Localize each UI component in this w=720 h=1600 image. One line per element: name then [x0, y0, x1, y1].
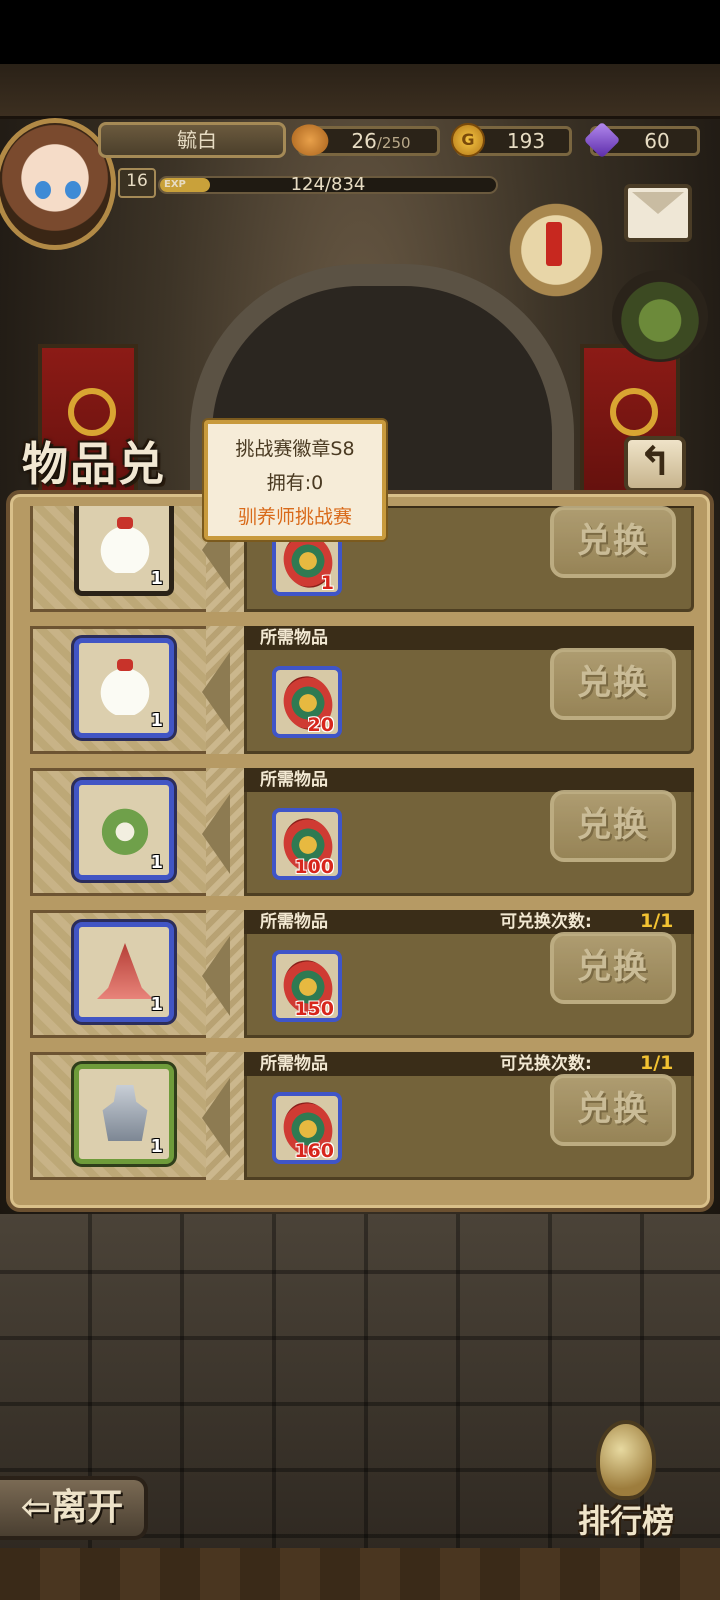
- bottom-decor-strip: [0, 1548, 720, 1600]
- required-items-label: 所需物品: [260, 912, 328, 932]
- exchange-row: 所需物品 1 100 兑换: [30, 768, 694, 896]
- tooltip-owned: 拥有:0: [266, 472, 324, 494]
- exchange-button[interactable]: 兑换: [550, 1074, 676, 1146]
- cost-item-slot[interactable]: 160: [272, 1092, 342, 1164]
- stamina-max: /250: [376, 134, 411, 152]
- avatar-eye-icon: [35, 181, 51, 199]
- gold-value: 193: [506, 129, 546, 153]
- exchange-row: 所需物品 1 20 兑换: [30, 626, 694, 754]
- item-quantity: 1: [150, 852, 163, 873]
- player-level: 16: [118, 168, 156, 198]
- cost-amount: 100: [294, 856, 334, 878]
- backpack-button[interactable]: [612, 270, 708, 362]
- arrow-icon: [202, 1078, 230, 1158]
- gold-counter[interactable]: G 193: [451, 123, 572, 157]
- required-items-label: 所需物品: [260, 628, 328, 648]
- exchange-button[interactable]: 兑换: [550, 506, 676, 578]
- item-tooltip: 挑战赛徽章S8 拥有:0 驯养师挑战赛: [204, 420, 386, 540]
- exchange-limit-label: 可兑换次数:: [500, 912, 592, 932]
- plant-creature-icon: [97, 801, 153, 857]
- required-items-label: 所需物品: [260, 1054, 328, 1074]
- required-items-label: 所需物品: [260, 770, 328, 790]
- cost-item-slot[interactable]: 100: [272, 808, 342, 880]
- exp-bar: EXP 124/834: [158, 174, 498, 195]
- exchange-limit-value: 1/1: [640, 910, 674, 932]
- exchange-limit-value: 1/1: [640, 1052, 674, 1074]
- reward-item-slot[interactable]: 1: [74, 638, 174, 738]
- avatar-eye-icon: [65, 181, 81, 199]
- exchange-button[interactable]: 兑换: [550, 790, 676, 862]
- cost-amount: 160: [294, 1140, 334, 1162]
- stamina-counter[interactable]: 26/250: [286, 116, 440, 164]
- gem-counter[interactable]: 60: [583, 121, 700, 159]
- money-bag-icon: [97, 659, 153, 715]
- exchange-limit-label: 可兑换次数:: [500, 1054, 592, 1074]
- cost-item-slot[interactable]: 20: [272, 666, 342, 738]
- item-quantity: 1: [150, 568, 163, 589]
- arrow-icon: [202, 652, 230, 732]
- cost-amount: 1: [320, 572, 334, 594]
- reward-item-slot[interactable]: 1: [74, 922, 174, 1022]
- reward-item-slot[interactable]: 1: [74, 780, 174, 880]
- item-quantity: 1: [150, 1136, 163, 1157]
- tooltip-item-name: 挑战赛徽章S8: [235, 438, 355, 460]
- egg-trophy-icon: [596, 1420, 656, 1500]
- quest-scroll-icon: [546, 222, 562, 266]
- witch-figure-icon: [97, 943, 153, 999]
- arrow-icon: [202, 794, 230, 874]
- item-quantity: 1: [150, 710, 163, 731]
- mail-button[interactable]: [624, 184, 692, 242]
- tooltip-source: 驯养师挑战赛: [237, 506, 352, 528]
- gem-value: 60: [644, 129, 670, 153]
- stamina-value: 26: [351, 129, 377, 153]
- ceiling-beam: [0, 64, 720, 119]
- exchange-row: 所需物品 可兑换次数: 1/1 1 160 兑换: [30, 1052, 694, 1180]
- quest-scroll-button[interactable]: [500, 198, 612, 302]
- arrow-icon: [202, 936, 230, 1016]
- player-name: 毓白: [98, 122, 286, 158]
- exchange-list[interactable]: 1 1 兑换 所需物品 1 20 兑换 所需物品 1 100 兑换 所需物品 可…: [20, 506, 700, 1181]
- ranking-button[interactable]: 排行榜: [566, 1420, 686, 1546]
- exp-text: 124/834: [290, 174, 366, 195]
- knight-statue-icon: [102, 1085, 148, 1141]
- cost-amount: 20: [307, 714, 334, 736]
- money-bag-icon: [97, 517, 153, 573]
- ranking-label: 排行榜: [577, 1502, 674, 1540]
- exchange-button[interactable]: 兑换: [550, 648, 676, 720]
- cost-item-slot[interactable]: 150: [272, 950, 342, 1022]
- back-button[interactable]: ↰: [624, 436, 686, 492]
- reward-item-slot[interactable]: 1: [74, 1064, 174, 1164]
- exchange-row: 所需物品 可兑换次数: 1/1 1 150 兑换: [30, 910, 694, 1038]
- reward-item-slot[interactable]: 1: [74, 506, 174, 596]
- page-title: 物品兑: [22, 437, 166, 491]
- exchange-button[interactable]: 兑换: [550, 932, 676, 1004]
- gold-coin-icon: G: [451, 123, 485, 157]
- item-quantity: 1: [150, 994, 163, 1015]
- cost-amount: 150: [294, 998, 334, 1020]
- leave-button[interactable]: ⇦离开: [0, 1476, 148, 1540]
- back-arrow-icon: ↰: [638, 439, 672, 485]
